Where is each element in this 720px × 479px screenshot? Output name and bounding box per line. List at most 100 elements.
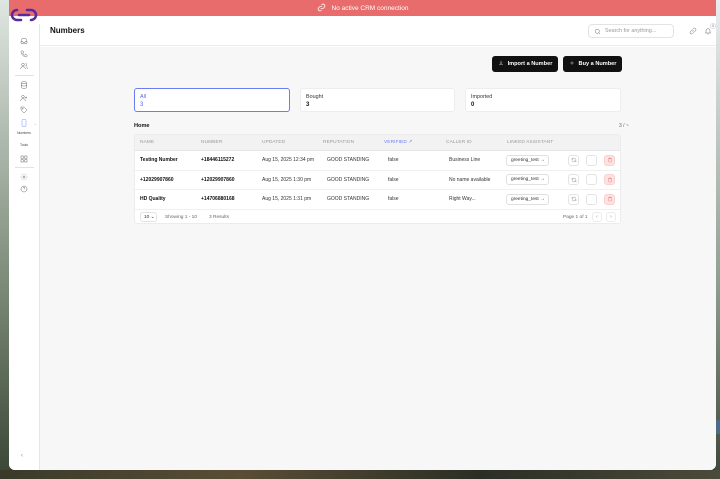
apps-grid-icon[interactable] <box>19 154 28 163</box>
search-box[interactable] <box>588 22 675 40</box>
app-logo[interactable] <box>9 7 39 23</box>
link-icon[interactable] <box>688 26 697 35</box>
main-content: Import a Number Buy a Number All 3 Bough… <box>40 47 716 470</box>
numbers-table: NAME NUMBER UPDATED REPUTATION VERIFIED … <box>134 134 621 224</box>
linked-assistant-select[interactable]: greeting_test → <box>506 154 549 166</box>
download-icon <box>498 60 504 68</box>
sidebar-divider <box>15 167 34 168</box>
filter-label: Bought <box>306 94 324 100</box>
filter-card-imported[interactable]: Imported 0 <box>465 88 621 112</box>
collapse-sidebar-icon[interactable]: ‹ <box>21 453 23 459</box>
section-title: Home <box>134 123 150 129</box>
chevron-down-icon: ⌄ <box>149 214 155 220</box>
refresh-button[interactable] <box>568 174 579 185</box>
more-options-button[interactable] <box>586 193 597 205</box>
column-header-reputation[interactable]: REPUTATION <box>323 140 354 145</box>
table-row[interactable]: +12029907860 +12029907860 Aug 15, 2025 1… <box>135 171 620 190</box>
table-header: NAME NUMBER UPDATED REPUTATION VERIFIED … <box>135 135 620 151</box>
column-header-number[interactable]: NUMBER <box>201 140 222 145</box>
row-name: HD Quality <box>140 196 166 202</box>
import-number-label: Import a Number <box>507 61 553 67</box>
row-verified: false <box>388 196 399 202</box>
top-pager[interactable]: 3 / ~ <box>619 123 629 129</box>
trash-icon <box>607 196 612 202</box>
row-name: +12029907860 <box>140 176 174 183</box>
filter-count: 0 <box>471 102 475 108</box>
crm-warning-banner[interactable]: No active CRM connection <box>9 0 716 16</box>
row-caller-id: Business Line <box>449 157 481 163</box>
delete-button[interactable] <box>604 174 615 185</box>
mobile-numbers-icon[interactable] <box>19 118 28 127</box>
page-indicator: Page 1 of 1 <box>563 215 588 220</box>
import-number-button[interactable]: Import a Number <box>492 56 558 72</box>
column-header-verified-label: VERIFIED <box>384 140 407 145</box>
filter-count: 3 <box>306 102 310 108</box>
refresh-icon <box>571 177 576 182</box>
chevron-right-icon: › <box>610 214 612 220</box>
linked-assistant-select[interactable]: greeting_test → <box>506 174 549 185</box>
row-number: +12029907860 <box>201 176 235 183</box>
delete-button[interactable] <box>604 154 615 166</box>
table-row[interactable]: Testing Number +18446115272 Aug 15, 2025… <box>135 151 620 171</box>
row-updated: Aug 15, 2025 12:34 pm <box>262 157 314 163</box>
top-header: Numbers 0 <box>40 16 716 46</box>
row-updated: Aug 15, 2025 1:30 pm <box>262 176 312 183</box>
page-title: Numbers <box>50 26 85 35</box>
more-options-button[interactable] <box>586 174 597 185</box>
column-header-linked-assistant[interactable]: LINKED ASSISTANT <box>507 140 553 145</box>
sort-arrow-icon: ↗ <box>408 140 413 145</box>
row-caller-id: Right Way... <box>449 196 476 202</box>
row-verified: false <box>388 176 399 183</box>
sidebar-divider <box>15 75 34 76</box>
settings-gear-icon[interactable] <box>19 172 28 181</box>
filter-count: 3 <box>140 102 144 108</box>
chevron-right-icon: → <box>538 196 545 202</box>
column-header-caller-id[interactable]: CALLER ID <box>446 140 472 145</box>
column-header-name[interactable]: NAME <box>140 140 154 145</box>
tag-icon[interactable] <box>19 105 28 114</box>
linked-assistant-value: greeting_test <box>511 196 539 202</box>
page-size-select[interactable]: 10 ⌄ <box>140 212 157 222</box>
chevron-right-icon: → <box>538 177 545 182</box>
help-icon[interactable] <box>19 184 28 193</box>
trash-icon <box>607 157 612 163</box>
sidebar: → Numbers Tools <box>9 24 40 470</box>
filter-card-bought[interactable]: Bought 3 <box>300 88 455 112</box>
refresh-button[interactable] <box>568 154 579 166</box>
previous-page-button[interactable]: ‹ <box>592 212 602 222</box>
search-icon <box>594 22 601 40</box>
results-count: 3 Results <box>209 215 229 220</box>
column-header-verified[interactable]: VERIFIED ↗ <box>384 140 413 145</box>
more-options-button[interactable] <box>586 154 597 166</box>
next-page-button[interactable]: › <box>606 212 616 222</box>
row-reputation: GOOD STANDING <box>327 196 370 202</box>
column-header-updated[interactable]: UPDATED <box>262 140 285 145</box>
refresh-button[interactable] <box>568 193 579 205</box>
delete-button[interactable] <box>604 193 615 205</box>
sidebar-item-numbers-label[interactable]: Numbers <box>9 131 39 135</box>
table-row[interactable]: HD Quality +14706880168 Aug 15, 2025 1:3… <box>135 190 620 210</box>
buy-number-label: Buy a Number <box>578 61 617 67</box>
refresh-icon <box>571 196 576 202</box>
linked-assistant-select[interactable]: greeting_test → <box>506 193 549 205</box>
search-input[interactable] <box>605 28 675 34</box>
ellipsis-icon <box>589 198 594 200</box>
buy-number-button[interactable]: Buy a Number <box>563 56 622 72</box>
row-name: Testing Number <box>140 157 178 163</box>
linked-assistant-value: greeting_test <box>511 177 539 182</box>
phone-icon[interactable] <box>19 49 28 58</box>
chevron-left-icon: ‹ <box>596 214 598 220</box>
row-reputation: GOOD STANDING <box>327 176 370 183</box>
inbox-icon[interactable] <box>19 36 28 45</box>
table-footer: 10 ⌄ Showing 1 - 10 3 Results Page 1 of … <box>135 209 620 223</box>
banner-text: No active CRM connection <box>331 4 409 12</box>
contacts-icon[interactable] <box>19 61 28 70</box>
database-icon[interactable] <box>19 80 28 89</box>
assistant-users-icon[interactable] <box>19 93 28 102</box>
row-number: +18446115272 <box>201 157 235 163</box>
row-caller-id: No name available <box>449 176 491 183</box>
plus-icon <box>569 60 575 68</box>
ellipsis-icon <box>589 179 594 180</box>
filter-card-all[interactable]: All 3 <box>134 88 290 112</box>
brand-logo-icon <box>10 8 38 22</box>
